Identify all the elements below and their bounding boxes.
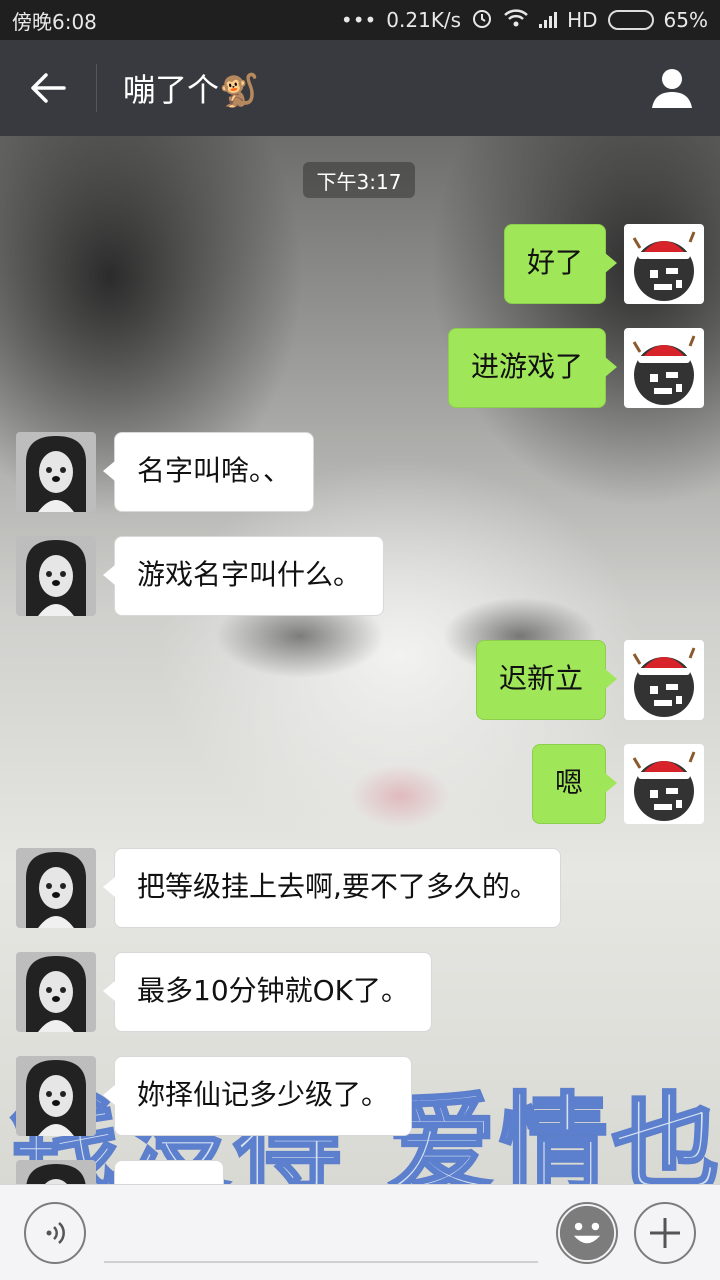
person-icon bbox=[652, 69, 692, 108]
message-bubble-received[interactable]: 名字叫啥。、 bbox=[102, 432, 315, 512]
title-divider bbox=[96, 64, 97, 112]
alarm-icon bbox=[471, 7, 493, 34]
emoji-button[interactable] bbox=[556, 1201, 618, 1264]
contact-avatar[interactable] bbox=[16, 848, 96, 928]
wifi-icon bbox=[503, 8, 529, 33]
voice-icon bbox=[46, 1221, 65, 1244]
battery-icon bbox=[607, 10, 654, 30]
message-bubble-received[interactable]: 游戏名字叫什么。 bbox=[102, 536, 385, 616]
message-row: 游戏名字叫什么。 bbox=[16, 536, 385, 616]
message-row: 名字叫啥。、 bbox=[16, 432, 315, 512]
my-avatar[interactable] bbox=[624, 744, 704, 824]
message-row: 最多10分钟就OK了。 bbox=[16, 952, 433, 1032]
contact-avatar[interactable] bbox=[16, 1160, 96, 1184]
status-time: 傍晚6:08 bbox=[12, 9, 97, 34]
message-row: 妳择仙记多少级了。 bbox=[16, 1056, 413, 1136]
my-avatar[interactable] bbox=[624, 640, 704, 720]
back-arrow-icon bbox=[31, 73, 66, 103]
my-avatar[interactable] bbox=[624, 224, 704, 304]
message-row: 把等级挂上去啊,要不了多久的。 bbox=[16, 848, 561, 928]
message-bubble-sent[interactable]: 进游戏了 bbox=[447, 328, 618, 408]
message-bubble-received[interactable]: 妳择仙记多少级了。 bbox=[102, 1056, 413, 1136]
chat-area[interactable]: 钱没得 爱情也没 下午3:17 好了 进游戏了 名字叫啥。、 游戏名字叫什么。 … bbox=[0, 136, 720, 1184]
chat-title: 嘣了个🐒 bbox=[123, 71, 259, 109]
contact-avatar[interactable] bbox=[16, 432, 96, 512]
message-bubble-received[interactable] bbox=[114, 1160, 224, 1184]
message-row: 迟新立 bbox=[475, 640, 704, 720]
contact-avatar[interactable] bbox=[16, 536, 96, 616]
chat-info-button[interactable] bbox=[624, 40, 720, 136]
message-bubble-sent[interactable]: 嗯 bbox=[531, 744, 618, 824]
message-bubble-sent[interactable]: 好了 bbox=[503, 224, 618, 304]
message-bubble-received[interactable]: 把等级挂上去啊,要不了多久的。 bbox=[103, 848, 561, 928]
input-bar bbox=[0, 1184, 720, 1280]
message-timestamp: 下午3:17 bbox=[303, 162, 415, 198]
more-button[interactable] bbox=[634, 1201, 696, 1264]
network-type: HD bbox=[567, 8, 598, 32]
message-row bbox=[16, 1160, 224, 1184]
contact-avatar[interactable] bbox=[16, 952, 96, 1032]
contact-avatar[interactable] bbox=[16, 1056, 96, 1136]
status-bar: 傍晚6:08 ••• 0.21K/s HD 65% bbox=[0, 0, 720, 40]
battery-percent: 65% bbox=[663, 8, 708, 32]
status-indicators: ••• 0.21K/s HD 65% bbox=[341, 7, 708, 34]
message-row: 好了 bbox=[503, 224, 704, 304]
plus-icon bbox=[650, 1217, 680, 1248]
message-row: 进游戏了 bbox=[447, 328, 704, 408]
status-dots: ••• bbox=[340, 8, 377, 32]
network-speed: 0.21K/s bbox=[386, 8, 462, 32]
emoji-icon bbox=[559, 1205, 615, 1260]
message-input[interactable] bbox=[104, 1203, 538, 1263]
message-row: 嗯 bbox=[531, 744, 704, 824]
title-bar: 嘣了个🐒 bbox=[0, 40, 720, 136]
message-bubble-received[interactable]: 最多10分钟就OK了。 bbox=[102, 952, 433, 1032]
signal-icon bbox=[539, 12, 558, 28]
voice-button[interactable] bbox=[24, 1201, 86, 1264]
back-button[interactable] bbox=[0, 40, 96, 136]
message-bubble-sent[interactable]: 迟新立 bbox=[475, 640, 618, 720]
my-avatar[interactable] bbox=[624, 328, 704, 408]
